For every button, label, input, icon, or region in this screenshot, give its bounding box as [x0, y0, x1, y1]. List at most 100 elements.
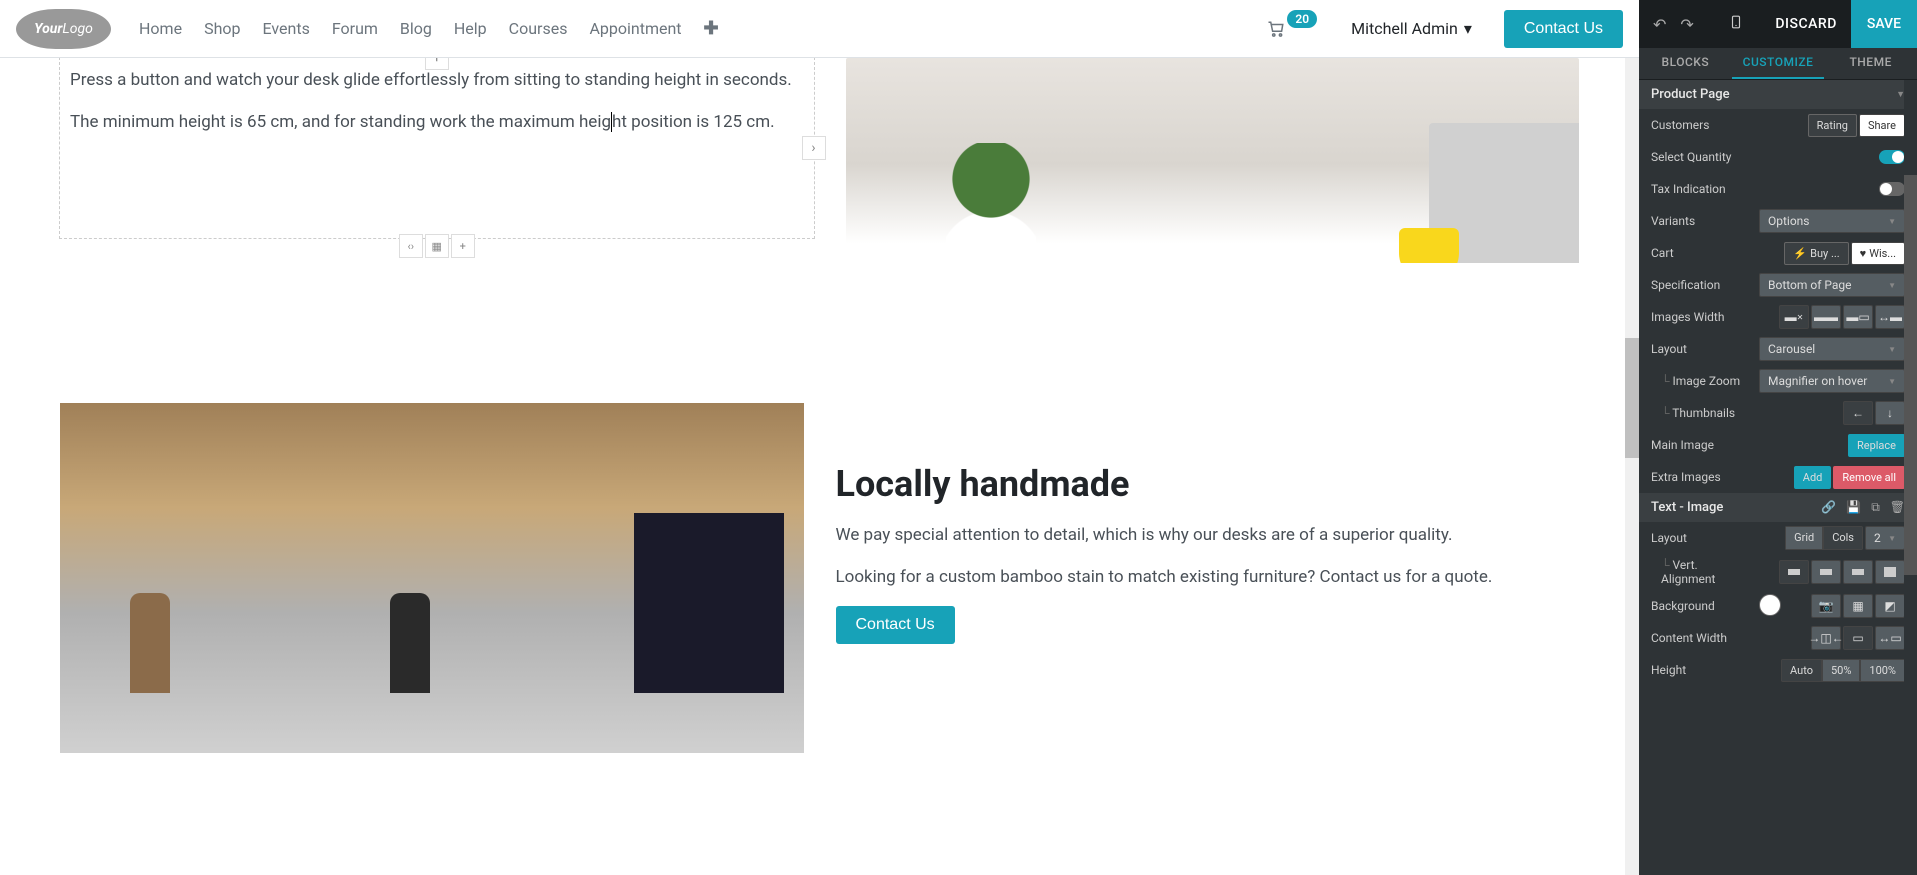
- cart-button[interactable]: 20: [1267, 20, 1319, 38]
- text-block-editing[interactable]: + › Press a button and watch your desk g…: [60, 58, 814, 238]
- image-block-desk[interactable]: [846, 58, 1580, 323]
- handmade-paragraph-1[interactable]: We pay special attention to detail, whic…: [836, 523, 1580, 549]
- thumbnail-horizontal[interactable]: ←: [1843, 401, 1873, 425]
- valign-stretch[interactable]: [1875, 560, 1905, 584]
- toggle-select-quantity[interactable]: [1879, 150, 1905, 164]
- edit-handle-top[interactable]: +: [425, 58, 449, 70]
- label-select-quantity: Select Quantity: [1651, 150, 1751, 164]
- tab-theme[interactable]: THEME: [1824, 48, 1917, 79]
- add-menu-icon[interactable]: ✚: [704, 18, 719, 39]
- label-thumbnails: Thumbnails: [1651, 406, 1751, 420]
- width-small[interactable]: →◫←: [1811, 626, 1841, 650]
- redo-icon[interactable]: ↷: [1680, 15, 1693, 34]
- content-scrollbar-thumb[interactable]: [1625, 338, 1639, 458]
- nav-courses[interactable]: Courses: [509, 19, 568, 38]
- content-scrollbar-track[interactable]: [1625, 58, 1639, 875]
- valign-middle[interactable]: [1811, 560, 1841, 584]
- link-icon[interactable]: 🔗: [1821, 500, 1836, 515]
- select-variants[interactable]: Options▼: [1759, 209, 1905, 233]
- img-width-opt-2[interactable]: ▬▬: [1811, 305, 1841, 329]
- desc-paragraph-1[interactable]: Press a button and watch your desk glide…: [70, 68, 804, 94]
- remove-all-button[interactable]: Remove all: [1833, 466, 1905, 489]
- add-handle-icon[interactable]: +: [451, 234, 475, 258]
- user-name: Mitchell Admin: [1351, 19, 1458, 38]
- layout-grid[interactable]: Grid: [1785, 526, 1823, 550]
- label-vert-alignment: Vert. Alignment: [1651, 558, 1751, 586]
- select-layout[interactable]: Carousel▼: [1759, 337, 1905, 361]
- label-image-zoom: Image Zoom: [1651, 374, 1751, 388]
- label-height: Height: [1651, 663, 1751, 677]
- nav-events[interactable]: Events: [262, 19, 309, 38]
- tab-blocks[interactable]: BLOCKS: [1639, 48, 1732, 79]
- tab-customize[interactable]: CUSTOMIZE: [1732, 48, 1825, 79]
- move-handle-icon[interactable]: ‹›: [399, 234, 423, 258]
- img-width-opt-4[interactable]: ↔▬: [1875, 305, 1905, 329]
- add-image-button[interactable]: Add: [1794, 466, 1832, 489]
- label-variants: Variants: [1651, 214, 1751, 228]
- top-navigation: YourLogo Home Shop Events Forum Blog Hel…: [0, 0, 1639, 58]
- width-full[interactable]: ↔▭: [1875, 626, 1905, 650]
- contact-us-button-2[interactable]: Contact Us: [836, 606, 955, 644]
- select-image-zoom[interactable]: Magnifier on hover▼: [1759, 369, 1905, 393]
- section-header-product-page[interactable]: Product Page ▼: [1639, 80, 1917, 109]
- height-100[interactable]: 100%: [1860, 659, 1905, 682]
- layout-cols[interactable]: Cols: [1823, 526, 1863, 550]
- nav-forum[interactable]: Forum: [332, 19, 378, 38]
- grid-handle-icon[interactable]: ▦: [425, 234, 449, 258]
- mobile-preview-icon[interactable]: [1729, 13, 1743, 35]
- toggle-tax-indication[interactable]: [1879, 182, 1905, 196]
- save-block-icon[interactable]: 💾: [1846, 500, 1861, 515]
- save-button[interactable]: SAVE: [1851, 0, 1917, 48]
- nav-home[interactable]: Home: [139, 19, 182, 38]
- edit-handle-right[interactable]: ›: [802, 136, 826, 160]
- buy-now-button[interactable]: ⚡Buy ...: [1784, 242, 1848, 265]
- nav-appointment[interactable]: Appointment: [589, 19, 681, 38]
- select-specification[interactable]: Bottom of Page▼: [1759, 273, 1905, 297]
- editor-side-panel: ↶ ↷ DISCARD SAVE BLOCKS CUSTOMIZE THEME …: [1639, 0, 1917, 875]
- cart-icon: [1267, 20, 1285, 38]
- contact-us-button[interactable]: Contact Us: [1504, 10, 1623, 48]
- editor-top-bar: ↶ ↷ DISCARD SAVE: [1639, 0, 1917, 48]
- image-block-workshop[interactable]: [60, 403, 804, 753]
- nav-shop[interactable]: Shop: [204, 19, 240, 38]
- panel-scrollbar-track[interactable]: [1904, 80, 1917, 875]
- panel-scrollbar-thumb[interactable]: [1904, 175, 1917, 575]
- trash-icon[interactable]: 🗑: [1890, 500, 1905, 515]
- valign-bottom[interactable]: [1843, 560, 1873, 584]
- undo-icon[interactable]: ↶: [1653, 15, 1666, 34]
- nav-help[interactable]: Help: [454, 19, 487, 38]
- site-logo[interactable]: YourLogo: [16, 9, 111, 49]
- text-block-handmade[interactable]: Locally handmade We pay special attentio…: [836, 403, 1580, 644]
- section-header-text-image[interactable]: Text - Image 🔗 💾 ⧉ 🗑: [1639, 493, 1917, 522]
- thumbnail-vertical[interactable]: ↓: [1875, 401, 1905, 425]
- cols-count-select[interactable]: 2▼: [1865, 526, 1905, 550]
- width-medium[interactable]: ▭: [1843, 626, 1873, 650]
- label-layout-2: Layout: [1651, 531, 1751, 545]
- label-images-width: Images Width: [1651, 310, 1751, 324]
- bg-image-icon[interactable]: 📷: [1811, 594, 1841, 618]
- wishlist-button[interactable]: ♥Wis...: [1851, 242, 1905, 265]
- height-50[interactable]: 50%: [1822, 659, 1860, 682]
- label-layout: Layout: [1651, 342, 1751, 356]
- img-width-opt-3[interactable]: ▬▭: [1843, 305, 1873, 329]
- duplicate-icon[interactable]: ⧉: [1871, 500, 1880, 515]
- nav-blog[interactable]: Blog: [400, 19, 432, 38]
- label-content-width: Content Width: [1651, 631, 1751, 645]
- bg-color-swatch[interactable]: [1759, 594, 1781, 616]
- img-width-opt-1[interactable]: ▬✕: [1779, 305, 1809, 329]
- share-button[interactable]: Share: [1859, 114, 1905, 137]
- replace-image-button[interactable]: Replace: [1848, 434, 1905, 457]
- desc-paragraph-2[interactable]: The minimum height is 65 cm, and for sta…: [70, 110, 804, 136]
- handmade-paragraph-2[interactable]: Looking for a custom bamboo stain to mat…: [836, 565, 1580, 591]
- bg-shape-icon[interactable]: ◩: [1875, 594, 1905, 618]
- height-auto[interactable]: Auto: [1781, 659, 1822, 682]
- discard-button[interactable]: DISCARD: [1761, 16, 1850, 32]
- valign-top[interactable]: [1779, 560, 1809, 584]
- section-heading[interactable]: Locally handmade: [836, 463, 1580, 505]
- rating-button[interactable]: Rating: [1808, 114, 1857, 137]
- user-menu[interactable]: Mitchell Admin ▾: [1351, 19, 1472, 38]
- editor-tabs: BLOCKS CUSTOMIZE THEME: [1639, 48, 1917, 80]
- label-extra-images: Extra Images: [1651, 470, 1751, 484]
- bg-video-icon[interactable]: ▦: [1843, 594, 1873, 618]
- label-background: Background: [1651, 599, 1751, 613]
